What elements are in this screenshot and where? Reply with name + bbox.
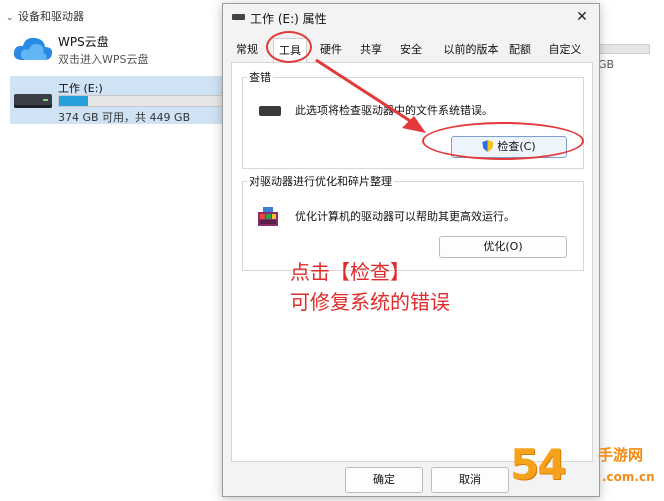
tab-previous-versions[interactable]: 以前的版本 xyxy=(439,38,503,62)
arrow-icon xyxy=(315,58,426,133)
background-drive-bar xyxy=(598,44,650,54)
drive-icon xyxy=(259,106,281,116)
ok-button[interactable]: 确定 xyxy=(345,467,423,493)
devices-section-header[interactable]: ⌄ 设备和驱动器 xyxy=(6,8,84,24)
drive-icon xyxy=(14,94,52,108)
annotation-line-1: 点击【检查】 xyxy=(290,260,410,284)
button-highlight-ellipse xyxy=(422,122,584,160)
wps-title: WPS云盘 xyxy=(58,35,109,49)
tab-general[interactable]: 常规 xyxy=(233,38,261,62)
drive-e-item[interactable]: 工作 (E:) 374 GB 可用，共 449 GB xyxy=(10,76,228,124)
tab-quota[interactable]: 配额 xyxy=(505,38,535,62)
drive-usage-text: 374 GB 可用，共 449 GB xyxy=(58,111,191,124)
annotation-line-2: 可修复系统的错误 xyxy=(290,290,450,314)
site-watermark-logo: 54 手游网 .com.cn xyxy=(510,438,664,501)
optimize-button[interactable]: 优化(O) xyxy=(439,236,567,258)
dialog-titlebar[interactable]: 工作 (E:) 属性 ✕ xyxy=(223,4,599,32)
chevron-down-icon: ⌄ xyxy=(6,13,14,23)
drive-title: 工作 (E:) xyxy=(58,82,103,95)
instruction-annotation: 点击【检查】 可修复系统的错误 xyxy=(290,257,450,317)
drive-icon xyxy=(232,14,245,20)
watermark-domain: .com.cn xyxy=(602,470,655,484)
wps-subtitle: 双击进入WPS云盘 xyxy=(58,53,149,66)
watermark-site: 手游网 xyxy=(598,446,644,464)
wps-cloud-item[interactable]: WPS云盘 双击进入WPS云盘 xyxy=(12,30,252,70)
section-header-label: 设备和驱动器 xyxy=(18,10,84,23)
defrag-icon xyxy=(258,207,278,226)
error-check-title: 查错 xyxy=(247,69,273,85)
dialog-title: 工作 (E:) 属性 xyxy=(250,12,327,26)
background-gb-text: GB xyxy=(598,58,615,71)
drive-usage-fill xyxy=(59,96,88,106)
cloud-icon xyxy=(13,37,53,60)
optimize-title: 对驱动器进行优化和碎片整理 xyxy=(247,173,394,189)
drive-usage-bar xyxy=(58,95,228,107)
tab-customize[interactable]: 自定义 xyxy=(545,38,585,62)
optimize-description: 优化计算机的驱动器可以帮助其更高效运行。 xyxy=(295,210,515,223)
watermark-number: 54 xyxy=(510,440,566,489)
cancel-button[interactable]: 取消 xyxy=(431,467,509,493)
close-icon[interactable]: ✕ xyxy=(573,8,591,26)
